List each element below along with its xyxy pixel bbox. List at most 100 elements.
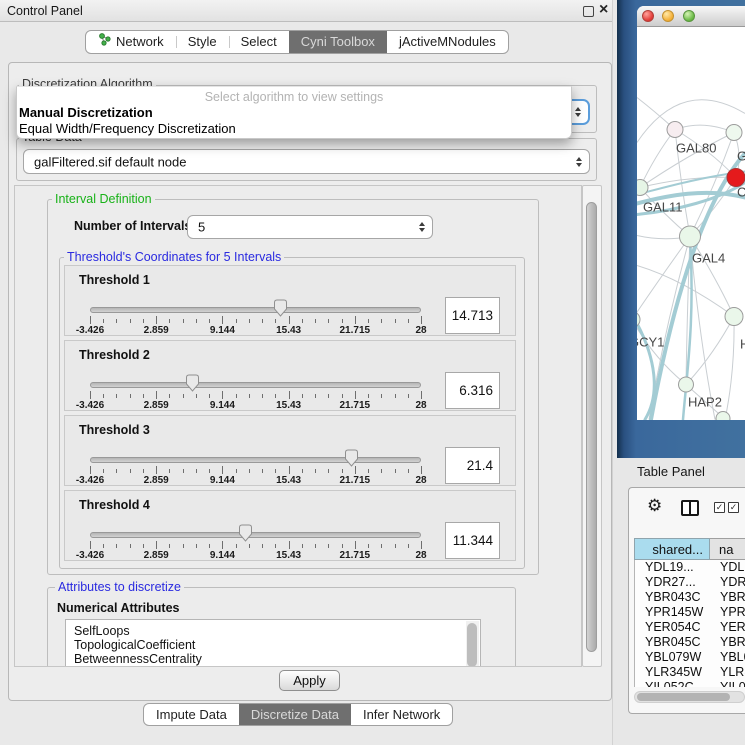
close-traffic-light[interactable] xyxy=(642,10,654,22)
list-item[interactable]: TopologicalCoefficient xyxy=(66,638,480,652)
threshold-label: Threshold 2 xyxy=(79,348,150,362)
slider-track[interactable] xyxy=(90,307,421,313)
slider-tick-labels: -3.4262.8599.14415.4321.71528 xyxy=(90,475,421,487)
tab-select[interactable]: Select xyxy=(229,31,289,53)
list-item[interactable]: SelfLoops xyxy=(66,620,480,638)
checkbox-icon[interactable]: ✓ xyxy=(714,502,725,513)
network-node-gal80[interactable] xyxy=(667,122,683,138)
threshold-4-panel: Threshold 4 -3.4262.8599.14415.4321.7152… xyxy=(64,490,516,561)
attributes-group-title: Attributes to discretize xyxy=(55,580,184,594)
gear-icon[interactable]: ⚙ xyxy=(647,497,662,514)
threshold-1-panel: Threshold 1 -3.4262.8599.14415.4321.7152… xyxy=(64,265,516,336)
table-row[interactable]: YER054CYER0 xyxy=(635,620,745,635)
num-intervals-combobox[interactable]: 5 xyxy=(187,215,433,239)
settings-scroll-viewport: Interval Definition Number of Intervals … xyxy=(14,185,582,667)
threshold-3-panel: Threshold 3 -3.4262.8599.14415.4321.7152… xyxy=(64,415,516,486)
tab-style[interactable]: Style xyxy=(176,31,229,53)
table-row[interactable]: YIL052CYIL0 xyxy=(635,680,745,687)
scrollbar-thumb[interactable] xyxy=(467,623,477,667)
num-intervals-value: 5 xyxy=(198,220,205,235)
node-label-gcy1: GCY1 xyxy=(637,335,664,350)
tab-cyni-toolbox[interactable]: Cyni Toolbox xyxy=(289,31,387,53)
scrollbar-thumb[interactable] xyxy=(586,202,597,652)
zoom-traffic-light[interactable] xyxy=(683,10,695,22)
node-label-hap2: HAP2 xyxy=(688,395,722,410)
checkbox-icon[interactable]: ✓ xyxy=(728,502,739,513)
node-label-gal11: GAL11 xyxy=(643,200,683,215)
node-label-partial-top: GA xyxy=(737,149,745,164)
combo-spinner-icon xyxy=(575,107,581,117)
table-row[interactable]: YBL079WYBL0 xyxy=(635,650,745,665)
node-label-gal80: GAL80 xyxy=(676,141,716,156)
network-canvas[interactable]: GAL80 GA C GAL11 GAL4 GCY1 H HAP2 xyxy=(637,27,745,420)
threshold-label: Threshold 4 xyxy=(79,498,150,512)
column-header-name[interactable]: na xyxy=(710,538,745,560)
network-node-gal11[interactable] xyxy=(637,180,648,196)
numerical-attributes-list: SelfLoops TopologicalCoefficient Between… xyxy=(65,619,481,667)
tab-discretize-data[interactable]: Discretize Data xyxy=(239,704,351,725)
slider-track[interactable] xyxy=(90,532,421,538)
node-label-partial-right: H xyxy=(740,337,745,352)
float-window-icon[interactable] xyxy=(583,6,594,17)
table-row[interactable]: YLR345WYLR3 xyxy=(635,665,745,680)
control-panel-titlebar: Control Panel × xyxy=(0,0,612,22)
network-node-h[interactable] xyxy=(725,308,743,326)
node-table-panel: ⚙ ✓ ✓ shared... na YDL19...YDL1 YDR27...… xyxy=(628,487,745,714)
slider-tick-labels: -3.4262.8599.14415.4321.71528 xyxy=(90,400,421,412)
slider-track[interactable] xyxy=(90,457,421,463)
table-row[interactable]: YDR27...YDR2 xyxy=(635,575,745,590)
panel-title: Control Panel xyxy=(7,4,83,18)
threshold-label: Threshold 3 xyxy=(79,423,150,437)
close-icon[interactable]: × xyxy=(599,1,608,19)
table-row[interactable]: YPR145WYPR1 xyxy=(635,605,745,620)
apply-button[interactable]: Apply xyxy=(279,670,340,691)
scrollbar-thumb[interactable] xyxy=(637,693,730,701)
network-node-hap2[interactable] xyxy=(679,377,694,392)
num-intervals-label: Number of Intervals xyxy=(74,219,191,233)
threshold-value-field[interactable] xyxy=(445,447,500,484)
slider-thumb[interactable] xyxy=(273,299,288,317)
slider-tick-labels: -3.4262.8599.14415.4321.71528 xyxy=(90,550,421,562)
numerical-attributes-heading: Numerical Attributes xyxy=(57,601,179,615)
network-icon xyxy=(98,31,111,53)
slider-thumb[interactable] xyxy=(238,524,253,542)
network-window-frame: GAL80 GA C GAL11 GAL4 GCY1 H HAP2 xyxy=(617,0,745,458)
cyni-bottom-tabs: Impute Data Discretize Data Infer Networ… xyxy=(143,703,453,726)
column-header-shared-name[interactable]: shared... xyxy=(634,538,710,560)
threshold-value-field[interactable] xyxy=(445,372,500,409)
table-panel-section: Table Panel ⚙ ✓ ✓ shared... na YDL19...Y… xyxy=(613,458,745,745)
network-node-partial-top[interactable] xyxy=(726,125,742,141)
thresholds-group-title: Threshold's Coordinates for 5 Intervals xyxy=(64,250,284,264)
minimize-traffic-light[interactable] xyxy=(662,10,674,22)
table-horizontal-scrollbar[interactable] xyxy=(634,691,745,703)
slider-thumb[interactable] xyxy=(185,374,200,392)
node-label-gal4: GAL4 xyxy=(692,251,725,266)
table-data-selected-value: galFiltered.sif default node xyxy=(34,154,186,169)
table-row[interactable]: YDL19...YDL1 xyxy=(635,560,745,575)
columns-icon[interactable] xyxy=(681,500,699,516)
threshold-value-field[interactable] xyxy=(445,297,500,334)
tab-network[interactable]: Network xyxy=(86,31,176,53)
slider-thumb[interactable] xyxy=(344,449,359,467)
table-data-combobox[interactable]: galFiltered.sif default node xyxy=(23,149,590,174)
tab-impute-data[interactable]: Impute Data xyxy=(144,704,239,725)
algorithm-dropdown-popup: Select algorithm to view settings Manual… xyxy=(16,86,572,139)
tab-jactivemnodules[interactable]: jActiveMNodules xyxy=(387,31,508,53)
threshold-value-field[interactable] xyxy=(445,522,500,559)
dropdown-option-equal-width[interactable]: Equal Width/Frequency Discretization xyxy=(19,121,236,136)
dropdown-option-manual[interactable]: Manual Discretization xyxy=(19,105,153,120)
tab-infer-network[interactable]: Infer Network xyxy=(351,704,452,725)
control-panel-window: Control Panel × Network Style Select Cyn… xyxy=(0,0,613,745)
tab-label: Network xyxy=(116,31,164,53)
list-scrollbar[interactable] xyxy=(466,621,479,667)
network-node-gal4[interactable] xyxy=(680,226,701,247)
table-body: YDL19...YDL1 YDR27...YDR2 YBR043CYBR0 YP… xyxy=(634,560,745,687)
table-row[interactable]: YBR045CYBR0 xyxy=(635,635,745,650)
list-item[interactable]: BetweennessCentrality xyxy=(66,652,480,666)
panel-scrollbar[interactable] xyxy=(582,185,602,667)
mac-titlebar[interactable] xyxy=(637,6,745,27)
threshold-label: Threshold 1 xyxy=(79,273,150,287)
table-row[interactable]: YBR043CYBR0 xyxy=(635,590,745,605)
slider-tick-labels: -3.4262.8599.14415.4321.71528 xyxy=(90,325,421,337)
slider-track[interactable] xyxy=(90,382,421,388)
